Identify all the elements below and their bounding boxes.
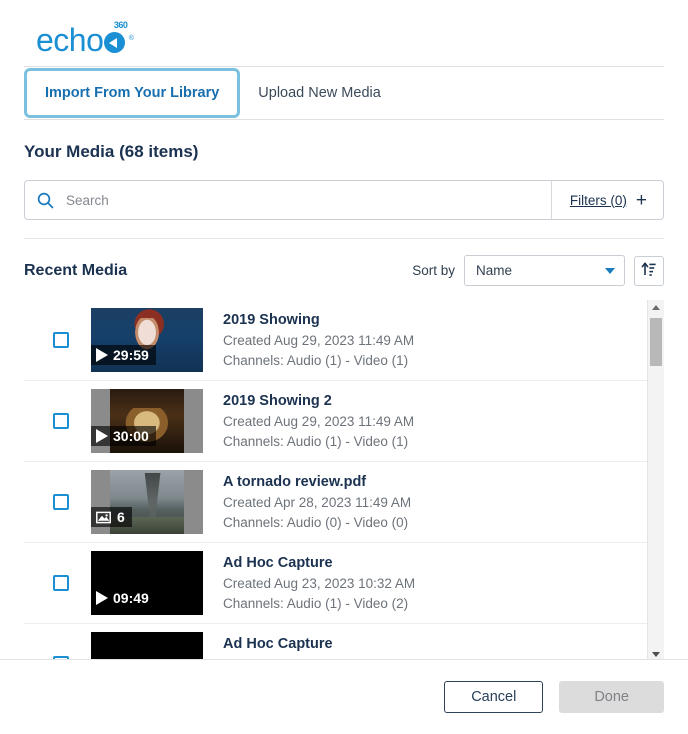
- media-list-scrollbar[interactable]: [647, 300, 664, 662]
- duration-badge: 29:59: [91, 345, 156, 365]
- dialog-footer: Cancel Done: [0, 660, 688, 734]
- your-media-heading: Your Media (68 items): [24, 142, 199, 161]
- logo-wordmark: echo: [36, 22, 104, 58]
- media-item-meta: 2019 Showing 2 Created Aug 29, 2023 11:4…: [203, 391, 414, 451]
- media-item-title: Ad Hoc Capture: [223, 555, 333, 571]
- media-item-meta: Ad Hoc Capture Created Aug 21, 2023 4:06…: [203, 634, 408, 662]
- media-item-channels: Channels: Audio (1) - Video (2): [223, 596, 409, 611]
- duration-badge: 30:00: [91, 426, 156, 446]
- media-item-title: 2019 Showing: [223, 312, 320, 328]
- logo-registered-mark: ®: [128, 35, 134, 42]
- media-item-created: Created Apr 28, 2023 11:49 AM: [223, 495, 412, 510]
- done-button: Done: [559, 681, 664, 713]
- media-thumbnail[interactable]: [91, 632, 203, 662]
- page-count-badge: 6: [91, 507, 132, 527]
- sort-direction-button[interactable]: [634, 255, 664, 286]
- cancel-button[interactable]: Cancel: [444, 681, 544, 713]
- page-count-label: 6: [117, 509, 125, 525]
- tab-import-from-your-library-label: Import From Your Library: [45, 85, 220, 101]
- media-item-created: Created Aug 29, 2023 11:49 AM: [223, 333, 415, 348]
- play-icon: [96, 591, 108, 605]
- search-icon: [37, 192, 54, 209]
- media-item-channels: Channels: Audio (0) - Video (0): [223, 515, 409, 530]
- recent-media-heading: Recent Media: [24, 261, 128, 279]
- scroll-up-arrow-icon[interactable]: [648, 300, 664, 315]
- sort-ascending-icon: [641, 261, 657, 280]
- tab-import-from-your-library[interactable]: Import From Your Library: [24, 68, 241, 118]
- media-item-checkbox[interactable]: [53, 332, 69, 348]
- list-item[interactable]: 30:00 2019 Showing 2 Created Aug 29, 202…: [24, 381, 647, 462]
- media-item-checkbox[interactable]: [53, 413, 69, 429]
- list-item[interactable]: 6 A tornado review.pdf Created Apr 28, 2…: [24, 462, 647, 543]
- tab-upload-new-media[interactable]: Upload New Media: [240, 67, 399, 119]
- media-item-checkbox[interactable]: [53, 575, 69, 591]
- logo-superscript: 360: [113, 20, 128, 30]
- sort-by-select[interactable]: Name: [464, 255, 625, 286]
- recent-media-toolbar: Recent Media Sort by Name: [24, 255, 664, 286]
- search-bar: Filters (0) +: [24, 180, 664, 220]
- media-thumbnail[interactable]: 6: [91, 470, 203, 534]
- echo360-logo: echo 360 ®: [36, 20, 134, 58]
- logo-play-circle-icon: [104, 32, 126, 53]
- media-item-title: Ad Hoc Capture: [223, 636, 333, 652]
- filters-link[interactable]: Filters (0): [570, 193, 627, 208]
- media-item-channels: Channels: Audio (1) - Video (1): [223, 434, 409, 449]
- tab-upload-new-media-label: Upload New Media: [258, 85, 381, 101]
- media-item-title: A tornado review.pdf: [223, 474, 367, 490]
- sort-controls: Sort by Name: [412, 255, 664, 286]
- media-item-meta: 2019 Showing Created Aug 29, 2023 11:49 …: [203, 310, 414, 370]
- chevron-down-icon: [605, 267, 615, 274]
- brand-header: echo 360 ®: [0, 0, 688, 66]
- tab-bar-container: Import From Your Library Upload New Medi…: [24, 66, 664, 120]
- thumbnail-art: [91, 632, 203, 662]
- media-item-created: Created Aug 29, 2023 11:49 AM: [223, 414, 415, 429]
- duration-badge: 09:49: [91, 588, 156, 608]
- sort-by-selected-value: Name: [476, 263, 513, 278]
- tab-bar: Import From Your Library Upload New Medi…: [24, 67, 664, 120]
- play-icon: [96, 348, 108, 362]
- media-item-created: Created Aug 23, 2023 10:32 AM: [223, 576, 416, 591]
- duration-label: 09:49: [113, 590, 149, 606]
- list-item[interactable]: Ad Hoc Capture Created Aug 21, 2023 4:06…: [24, 624, 647, 662]
- search-field-group: [25, 181, 551, 219]
- media-item-meta: Ad Hoc Capture Created Aug 23, 2023 10:3…: [203, 553, 415, 613]
- media-item-checkbox[interactable]: [53, 494, 69, 510]
- media-thumbnail[interactable]: 09:49: [91, 551, 203, 615]
- media-thumbnail[interactable]: 30:00: [91, 389, 203, 453]
- sort-by-label: Sort by: [412, 263, 455, 278]
- media-item-meta: A tornado review.pdf Created Apr 28, 202…: [203, 472, 411, 532]
- duration-label: 30:00: [113, 428, 149, 444]
- media-item-channels: Channels: Audio (1) - Video (1): [223, 353, 409, 368]
- image-icon: [96, 511, 112, 524]
- list-item[interactable]: 09:49 Ad Hoc Capture Created Aug 23, 202…: [24, 543, 647, 624]
- filters-group: Filters (0) +: [550, 181, 663, 219]
- media-item-title: 2019 Showing 2: [223, 393, 332, 409]
- media-list: 29:59 2019 Showing Created Aug 29, 2023 …: [24, 300, 664, 662]
- section-divider: [24, 238, 664, 239]
- duration-label: 29:59: [113, 347, 149, 363]
- plus-icon[interactable]: +: [636, 191, 647, 210]
- search-input[interactable]: [64, 191, 551, 209]
- list-item[interactable]: 29:59 2019 Showing Created Aug 29, 2023 …: [24, 300, 647, 381]
- scrollbar-thumb[interactable]: [650, 318, 662, 366]
- media-thumbnail[interactable]: 29:59: [91, 308, 203, 372]
- media-list-inner: 29:59 2019 Showing Created Aug 29, 2023 …: [24, 300, 647, 662]
- play-icon: [96, 429, 108, 443]
